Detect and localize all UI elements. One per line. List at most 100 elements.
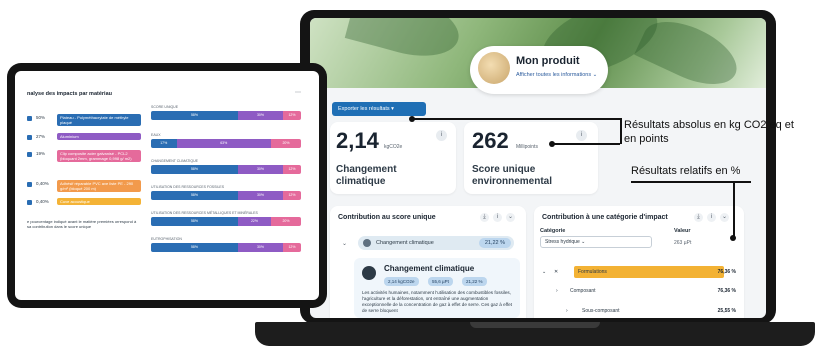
row-label[interactable]: Sous-composant bbox=[582, 308, 620, 314]
stacked-bar: 58% 30% 12% bbox=[151, 243, 301, 252]
product-name: Mon produit bbox=[516, 55, 580, 67]
row-label[interactable]: Formulations bbox=[578, 269, 607, 275]
chevron-down-icon[interactable]: ⌄ bbox=[506, 213, 515, 222]
material-tag: Plateau - Polyméthacrylate de méthyle pl… bbox=[57, 114, 141, 126]
info-icon[interactable]: i bbox=[576, 130, 587, 141]
tablet-note: e pourcentage indiqué avant le matière p… bbox=[27, 219, 137, 229]
row-icon: ✕ bbox=[554, 269, 559, 275]
material-tag: Clip composite acier galvanisé - PCL2 (b… bbox=[57, 150, 141, 162]
metric-unit: Millipoints bbox=[516, 144, 538, 150]
globe-icon bbox=[363, 239, 371, 247]
bar-label: EAUX bbox=[151, 133, 161, 137]
bar-segment: 12% bbox=[283, 191, 301, 200]
value-badge: 2,14 kgCO2e bbox=[384, 277, 419, 286]
bar-segment: 58% bbox=[151, 191, 238, 200]
metric-card-climate: 2,14 kgCO2e i Changement climatique bbox=[330, 122, 456, 194]
annotation-absolute: Résultats absolus en kg CO2 éq et en poi… bbox=[624, 119, 794, 145]
bar-segment: 30% bbox=[238, 165, 283, 174]
info-icon[interactable]: i bbox=[436, 130, 447, 141]
bar-segment: 12% bbox=[283, 243, 301, 252]
bar-segment: 17% bbox=[151, 139, 177, 148]
value-badge: 55,6 µPt bbox=[428, 277, 453, 286]
checkbox[interactable] bbox=[27, 152, 32, 157]
download-icon[interactable]: ⤓ bbox=[694, 213, 703, 222]
annotation-line bbox=[552, 143, 620, 145]
bar-segment: 20% bbox=[271, 139, 301, 148]
checkbox[interactable] bbox=[27, 200, 32, 205]
material-percent: 19% bbox=[36, 151, 46, 156]
contribution-category-panel: Contribution à une catégorie d'impact ⤓ … bbox=[534, 206, 744, 318]
detail-box: Changement climatique 2,14 kgCO2e 55,6 µ… bbox=[354, 258, 520, 318]
download-icon[interactable]: ⤓ bbox=[480, 213, 489, 222]
bar-segment: 30% bbox=[238, 243, 283, 252]
more-options-icon[interactable]: ⋯ bbox=[295, 89, 301, 96]
export-results-button[interactable]: Exporter les résultats ▾ bbox=[332, 102, 426, 116]
stacked-bar: 58% 22% 20% bbox=[151, 217, 301, 226]
leaf-decoration bbox=[634, 18, 746, 97]
bar-segment: 58% bbox=[151, 217, 238, 226]
chevron-right-icon[interactable]: › bbox=[566, 308, 568, 314]
product-card[interactable]: Mon produit Afficher toutes les informat… bbox=[470, 46, 608, 94]
category-select[interactable]: Stress hydrique ⌄ bbox=[540, 236, 652, 248]
checkbox[interactable] bbox=[27, 182, 32, 187]
tablet-frame: nalyse des impacts par matériau ⋯ 50% Pla… bbox=[7, 63, 327, 308]
bar-segment: 58% bbox=[151, 243, 238, 252]
panel-title: Contribution à une catégorie d'impact bbox=[542, 214, 668, 221]
row-value: 76,36 % bbox=[717, 288, 736, 294]
row-label: Changement climatique bbox=[376, 240, 434, 246]
chevron-down-icon[interactable]: ⌄ bbox=[342, 240, 347, 247]
bar-label: EUTROPHISATION bbox=[151, 237, 182, 241]
info-icon[interactable]: i bbox=[493, 213, 502, 222]
bar-label: UTILISATION DES RESSOURCES FOSSILES bbox=[151, 185, 225, 189]
value-unit: 263 µPt bbox=[674, 240, 692, 246]
stacked-bar: 58% 30% 12% bbox=[151, 111, 301, 120]
globe-icon bbox=[362, 266, 376, 280]
annotation-line bbox=[733, 181, 735, 237]
checkbox[interactable] bbox=[27, 116, 32, 121]
detail-description: Les activités humaines, notamment l'util… bbox=[362, 290, 512, 313]
info-icon[interactable]: i bbox=[707, 213, 716, 222]
annotation-dot bbox=[730, 235, 736, 241]
value-label: Valeur bbox=[674, 228, 691, 234]
material-tag: Aluminium bbox=[57, 133, 141, 140]
row-value: 25,55 % bbox=[717, 308, 736, 314]
metric-value: 2,14 bbox=[336, 128, 379, 153]
bar-segment: 30% bbox=[238, 111, 283, 120]
stacked-bar: 17% 63% 20% bbox=[151, 139, 301, 148]
metric-value: 262 bbox=[472, 128, 509, 153]
bar-segment: 58% bbox=[151, 165, 238, 174]
metric-label: Changement climatique bbox=[336, 164, 397, 187]
material-percent: 0,40% bbox=[36, 199, 49, 204]
bar-label: UTILISATION DES RESSOURCES MÉTALLIQUES E… bbox=[151, 211, 258, 215]
bar-segment: 22% bbox=[238, 217, 271, 226]
contribution-single-score-panel: Contribution au score unique ⤓ i ⌄ ⌄ Cha… bbox=[330, 206, 526, 318]
row-value: 21,22 % bbox=[478, 238, 511, 248]
chevron-down-icon[interactable]: ⌄ bbox=[720, 213, 729, 222]
material-percent: 50% bbox=[36, 115, 46, 120]
annotation-line bbox=[412, 118, 620, 120]
material-tag: Adhésif réparable PVC ave liste PE - 290… bbox=[57, 180, 141, 192]
row-value: 76,36 % bbox=[717, 269, 736, 275]
row-label[interactable]: Composant bbox=[570, 288, 596, 294]
metric-unit: kgCO2e bbox=[384, 144, 403, 150]
laptop-notch bbox=[470, 322, 600, 328]
metric-label: Score unique environnemental bbox=[472, 164, 553, 187]
bar-segment: 20% bbox=[271, 217, 301, 226]
value-badge: 21,22 % bbox=[462, 277, 487, 286]
annotation-line bbox=[620, 118, 622, 144]
checkbox[interactable] bbox=[27, 135, 32, 140]
expand-icon[interactable]: ⌄ bbox=[542, 269, 546, 275]
contribution-row[interactable]: Changement climatique 21,22 % bbox=[358, 236, 514, 250]
bar-segment: 12% bbox=[283, 165, 301, 174]
bar-segment: 30% bbox=[238, 191, 283, 200]
metric-card-score: 262 Millipoints i Score unique environne… bbox=[464, 122, 598, 194]
category-label: Catégorie bbox=[540, 228, 566, 234]
material-percent: 27% bbox=[36, 134, 46, 139]
panel-title: Contribution au score unique bbox=[338, 214, 436, 221]
bar-label: CHANGEMENT CLIMATIQUE bbox=[151, 159, 198, 163]
annotation-relative: Résultats relatifs en % bbox=[631, 165, 741, 177]
show-info-link[interactable]: Afficher toutes les informations ⌄ bbox=[516, 72, 597, 78]
stacked-bar: 58% 30% 12% bbox=[151, 165, 301, 174]
chevron-right-icon[interactable]: › bbox=[556, 288, 558, 294]
detail-title: Changement climatique bbox=[384, 264, 475, 273]
